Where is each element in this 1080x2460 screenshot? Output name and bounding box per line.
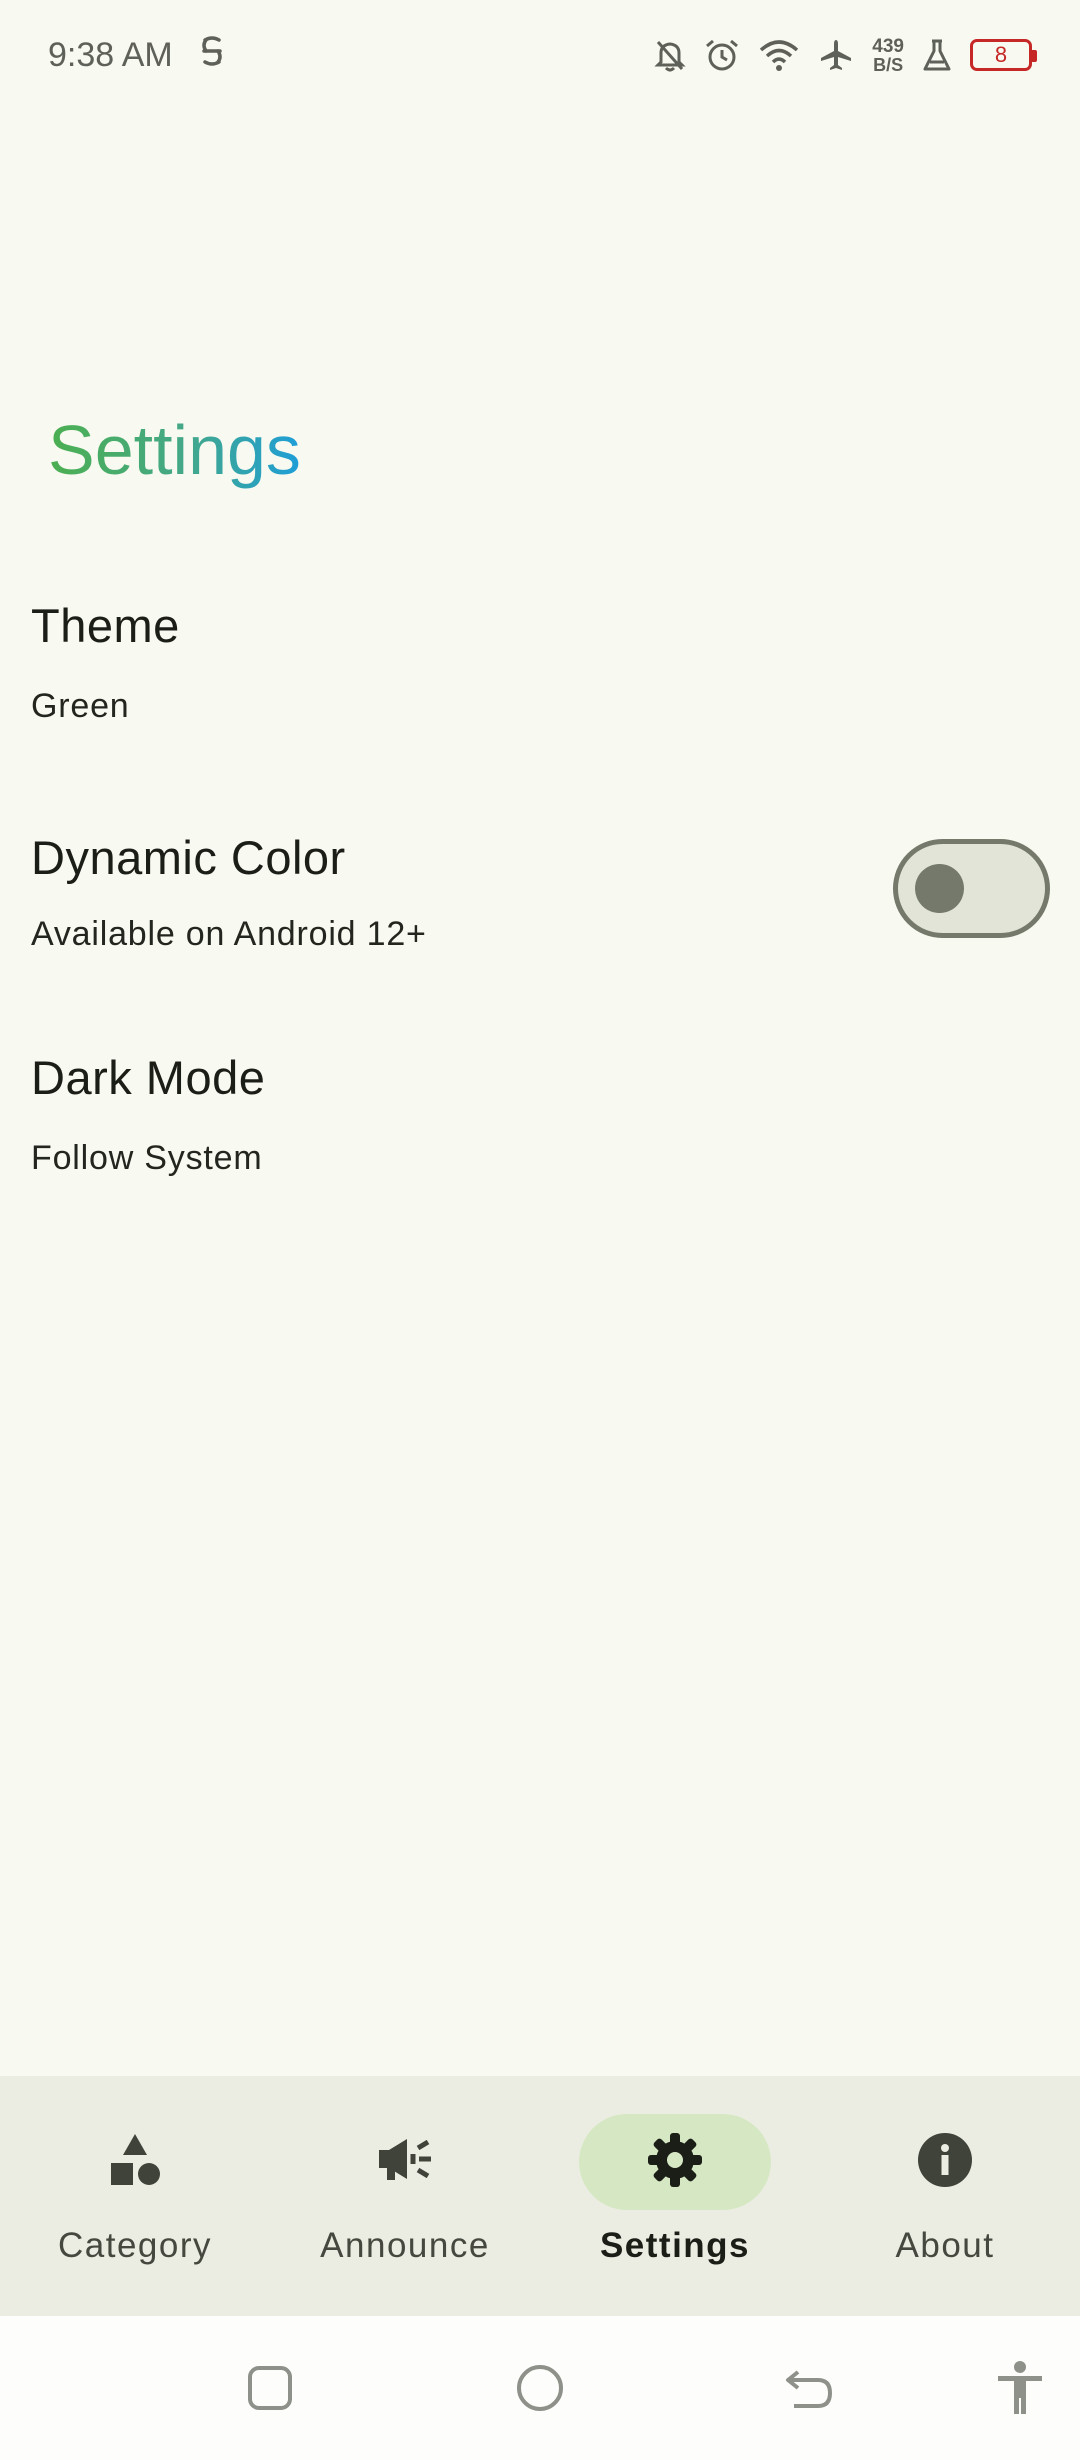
status-left: 9:38 AM — [48, 34, 227, 77]
nav-label-settings: Settings — [599, 2226, 751, 2265]
nav-item-about[interactable]: About — [810, 2076, 1080, 2316]
theme-setting[interactable]: Theme Green — [31, 598, 1051, 726]
dark-mode-title: Dark Mode — [31, 1051, 266, 1104]
lab-flask-icon — [922, 38, 952, 72]
dark-mode-value: Follow System — [31, 1139, 263, 1177]
recents-icon[interactable] — [242, 2360, 298, 2416]
nav-label-about: About — [895, 2226, 995, 2265]
theme-value: Green — [31, 687, 130, 725]
net-speed-value: 439 — [872, 35, 904, 57]
back-icon[interactable] — [782, 2360, 838, 2416]
nav-item-announce[interactable]: Announce — [270, 2076, 540, 2316]
gear-icon — [645, 2130, 705, 2195]
accessibility-icon[interactable] — [992, 2360, 1048, 2416]
notifications-off-icon — [654, 38, 686, 72]
wifi-icon — [758, 38, 800, 72]
status-right: 439 B/S 8 — [654, 37, 1037, 74]
nav-label-announce: Announce — [320, 2226, 490, 2265]
data-saver-icon — [197, 34, 227, 77]
switch-thumb — [915, 864, 964, 913]
dark-mode-setting[interactable]: Dark Mode Follow System — [31, 1050, 1051, 1178]
dynamic-color-subtitle: Available on Android 12+ — [31, 915, 427, 953]
system-navigation-bar — [0, 2316, 1080, 2460]
nav-item-settings[interactable]: Settings — [540, 2076, 810, 2316]
theme-title: Theme — [31, 599, 180, 652]
home-icon[interactable] — [512, 2360, 568, 2416]
alarm-icon — [704, 37, 740, 73]
dynamic-color-switch[interactable] — [893, 839, 1050, 938]
status-time: 9:38 AM — [48, 35, 173, 74]
net-speed-unit: B/S — [873, 54, 904, 75]
nav-label-category: Category — [57, 2226, 213, 2265]
airplane-mode-icon — [818, 37, 854, 73]
settings-screen: 9:38 AM 439 B/S 8 Settings Theme Green D… — [0, 0, 1080, 2460]
category-icon — [105, 2130, 165, 2195]
nav-pill-settings — [579, 2114, 771, 2210]
page-title: Settings — [48, 411, 301, 489]
status-bar: 9:38 AM 439 B/S 8 — [0, 0, 1080, 110]
nav-item-category[interactable]: Category — [0, 2076, 270, 2316]
nav-pill-announce — [309, 2114, 501, 2210]
nav-pill-about — [849, 2114, 1041, 2210]
info-icon — [915, 2130, 975, 2195]
net-speed-indicator: 439 B/S — [872, 37, 904, 74]
nav-pill-category — [39, 2114, 231, 2210]
battery-icon: 8 — [970, 39, 1037, 71]
bottom-navigation: Category Announce Settings About — [0, 2076, 1080, 2316]
campaign-icon — [373, 2130, 437, 2195]
battery-level: 8 — [994, 42, 1008, 67]
